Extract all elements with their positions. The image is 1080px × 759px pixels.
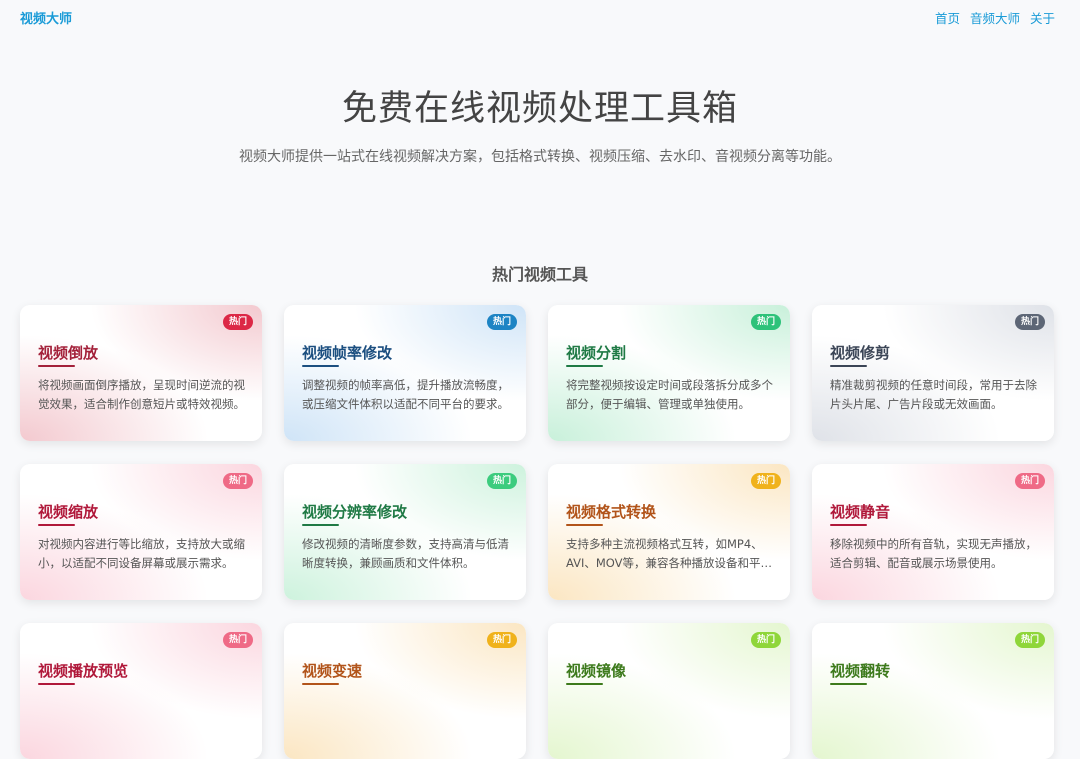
card-title: 视频修剪: [830, 344, 891, 362]
hot-badge: 热门: [750, 632, 781, 648]
card-title: 视频帧率修改: [302, 344, 393, 362]
card-description: 修改视频的清晰度参数，支持高清与低清晰度转换，兼顾画质和文件体积。: [302, 537, 509, 570]
hot-badge: 热门: [1014, 473, 1045, 489]
card-title-underline: [830, 365, 867, 367]
card-description: 精准裁剪视频的任意时间段，常用于去除片头片尾、广告片段或无效画面。: [830, 378, 1037, 411]
tool-card[interactable]: 热门视频静音移除视频中的所有音轨，实现无声播放，适合剪辑、配音或展示场景使用。: [812, 464, 1054, 600]
tool-card[interactable]: 热门视频播放预览: [20, 623, 262, 759]
card-description: 支持多种主流视频格式互转，如MP4、AVI、MOV等，兼容各种播放设备和平台。: [566, 537, 763, 570]
tool-card[interactable]: 热门视频分辨率修改修改视频的清晰度参数，支持高清与低清晰度转换，兼顾画质和文件体…: [284, 464, 526, 600]
hot-badge: 热门: [1014, 632, 1045, 648]
nav-link-home[interactable]: 首页: [935, 8, 960, 27]
hot-badge: 热门: [750, 473, 781, 489]
tool-card[interactable]: 热门视频倒放将视频画面倒序播放，呈现时间逆流的视觉效果，适合制作创意短片或特效视…: [20, 305, 262, 441]
tool-card[interactable]: 热门视频分割将完整视频按设定时间或段落拆分成多个部分，便于编辑、管理或单独使用。: [548, 305, 790, 441]
brand-logo-link[interactable]: 视频大师: [20, 8, 72, 27]
card-title: 视频分辨率修改: [302, 503, 408, 521]
card-description: 将完整视频按设定时间或段落拆分成多个部分，便于编辑、管理或单独使用。: [566, 378, 773, 411]
hero-subtitle: 视频大师提供一站式在线视频解决方案，包括格式转换、视频压缩、去水印、音视频分离等…: [239, 149, 841, 165]
hot-badge: 热门: [1014, 314, 1045, 330]
card-title-underline: [566, 524, 603, 526]
card-title: 视频格式转换: [566, 503, 657, 521]
tool-card[interactable]: 热门视频缩放对视频内容进行等比缩放，支持放大或缩小，以适配不同设备屏幕或展示需求…: [20, 464, 262, 600]
card-title: 视频镜像: [566, 662, 627, 680]
hot-badge: 热门: [222, 314, 253, 330]
hot-badge: 热门: [486, 473, 517, 489]
tool-card[interactable]: 热门视频帧率修改调整视频的帧率高低，提升播放流畅度，或压缩文件体积以适配不同平台…: [284, 305, 526, 441]
card-title-underline: [830, 683, 867, 685]
nav-link-about[interactable]: 关于: [1030, 8, 1055, 27]
hot-badge: 热门: [750, 314, 781, 330]
card-title-underline: [302, 524, 339, 526]
card-title: 视频静音: [830, 503, 891, 521]
nav-link-audio-master[interactable]: 音频大师: [970, 8, 1020, 27]
card-description: 将视频画面倒序播放，呈现时间逆流的视觉效果，适合制作创意短片或特效视频。: [38, 378, 245, 411]
card-title-underline: [38, 365, 75, 367]
hot-badge: 热门: [222, 473, 253, 489]
top-navbar: 视频大师 首页 音频大师 关于: [0, 0, 1080, 32]
hot-badge: 热门: [486, 314, 517, 330]
hot-badge: 热门: [486, 632, 517, 648]
card-title-underline: [38, 524, 75, 526]
card-description: 移除视频中的所有音轨，实现无声播放，适合剪辑、配音或展示场景使用。: [830, 537, 1037, 570]
card-description: 对视频内容进行等比缩放，支持放大或缩小，以适配不同设备屏幕或展示需求。: [38, 537, 245, 570]
card-title: 视频变速: [302, 662, 363, 680]
tool-card[interactable]: 热门视频镜像: [548, 623, 790, 759]
card-title-underline: [302, 683, 339, 685]
card-title: 视频播放预览: [38, 662, 129, 680]
card-title: 视频翻转: [830, 662, 891, 680]
card-title-underline: [38, 683, 75, 685]
tool-card[interactable]: 热门视频翻转: [812, 623, 1054, 759]
card-title: 视频缩放: [38, 503, 99, 521]
card-title-underline: [566, 683, 603, 685]
hot-badge: 热门: [222, 632, 253, 648]
card-title: 视频分割: [566, 344, 627, 362]
tool-card[interactable]: 热门视频修剪精准裁剪视频的任意时间段，常用于去除片头片尾、广告片段或无效画面。: [812, 305, 1054, 441]
card-title: 视频倒放: [38, 344, 99, 362]
card-title-underline: [830, 524, 867, 526]
section-title: 热门视频工具: [491, 265, 588, 284]
tool-card[interactable]: 热门视频格式转换支持多种主流视频格式互转，如MP4、AVI、MOV等，兼容各种播…: [548, 464, 790, 600]
card-title-underline: [566, 365, 603, 367]
card-description: 调整视频的帧率高低，提升播放流畅度，或压缩文件体积以适配不同平台的要求。: [302, 378, 509, 411]
tool-card[interactable]: 热门视频变速: [284, 623, 526, 759]
nav-links: 首页 音频大师 关于: [935, 8, 1055, 27]
hero-title: 免费在线视频处理工具箱: [341, 89, 738, 129]
card-title-underline: [302, 365, 339, 367]
